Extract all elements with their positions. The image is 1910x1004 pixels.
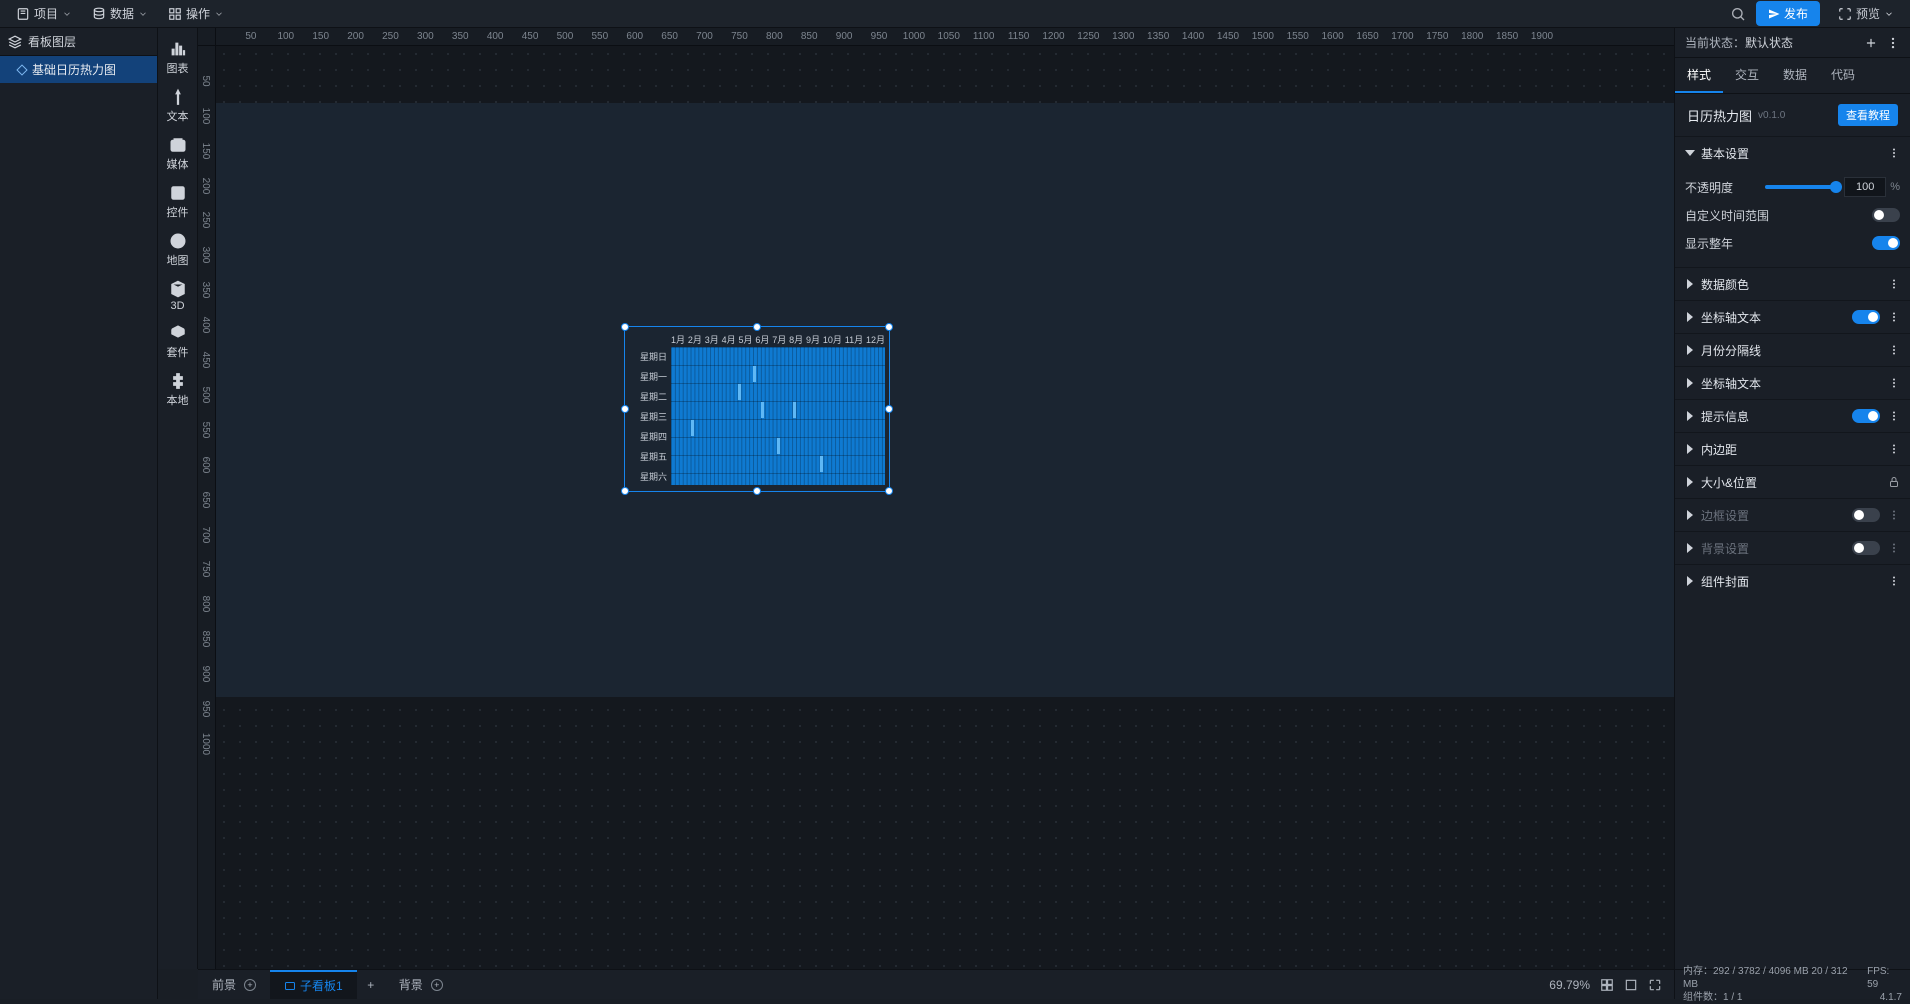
right-tabs: 样式 交互 数据 代码 [1675,58,1910,94]
component-title-row: 日历热力图 v0.1.0 查看教程 [1675,94,1910,136]
canvas-area: 5010015020025030035040045050055060065070… [198,28,1674,969]
opacity-slider[interactable] [1765,185,1836,189]
fullscreen-icon[interactable] [1648,978,1662,992]
prop-custom-range: 自定义时间范围 [1685,201,1900,229]
more-icon[interactable] [1888,377,1900,389]
section-cover[interactable]: 组件封面 [1675,565,1910,597]
toggle-custom-range[interactable] [1872,208,1900,222]
resize-handle-ml[interactable] [621,405,629,413]
section-background[interactable]: 背景设置 [1675,532,1910,564]
tab-data[interactable]: 数据 [1771,58,1819,93]
ruler-corner [198,28,216,46]
prop-show-year: 显示整年 [1685,229,1900,257]
toggle-tooltip[interactable] [1852,409,1880,423]
resize-handle-tl[interactable] [621,323,629,331]
tool-text[interactable]: 文本 [158,82,198,130]
preview-button[interactable]: 预览 [1830,1,1902,26]
add-state-icon[interactable] [1864,36,1878,50]
footer-tab-background[interactable]: 背景+ [385,970,457,999]
footer-tab-subboard[interactable]: 子看板1 [270,970,357,999]
more-icon[interactable] [1888,278,1900,290]
toggle-show-year[interactable] [1872,236,1900,250]
section-tooltip[interactable]: 提示信息 [1675,400,1910,432]
calendar-months-axis: 1月2月3月4月5月6月7月8月9月10月11月12月 [671,333,885,345]
ruler-horizontal: 5010015020025030035040045050055060065070… [216,28,1674,46]
tab-code[interactable]: 代码 [1819,58,1867,93]
prop-opacity: 不透明度 100 % [1685,173,1900,201]
tool-media[interactable]: 媒体 [158,130,198,178]
section-axis-text-1[interactable]: 坐标轴文本 [1675,301,1910,333]
state-row: 当前状态： 默认状态 [1675,28,1910,58]
section-size-pos[interactable]: 大小&位置 [1675,466,1910,498]
more-icon[interactable] [1888,542,1900,554]
tool-map[interactable]: 地图 [158,226,198,274]
layer-item-calendar-heatmap[interactable]: 基础日历热力图 [0,56,157,83]
component-name: 日历热力图 [1687,106,1752,125]
component-version: v0.1.0 [1758,110,1785,121]
resize-handle-bl[interactable] [621,487,629,495]
more-icon[interactable] [1888,575,1900,587]
section-axis-text-2[interactable]: 坐标轴文本 [1675,367,1910,399]
topbar: 项目 数据 操作 发布 预览 [0,0,1910,28]
toggle-background[interactable] [1852,541,1880,555]
tool-3d[interactable]: 3D [158,274,198,318]
lock-icon[interactable] [1888,476,1900,488]
state-label: 当前状态： [1685,34,1745,51]
toggle-border[interactable] [1852,508,1880,522]
menu-project[interactable]: 项目 [8,2,80,25]
state-value[interactable]: 默认状态 [1745,34,1793,51]
left-panel: 看板图层 基础日历热力图 [0,28,158,999]
section-data-color[interactable]: 数据颜色 [1675,268,1910,300]
status-bar: 内存：292 / 3782 / 4096 MB 20 / 312 MB FPS:… [1674,969,1910,999]
menu-data[interactable]: 数据 [84,2,156,25]
more-icon[interactable] [1888,443,1900,455]
resize-handle-tr[interactable] [885,323,893,331]
actual-size-icon[interactable] [1624,978,1638,992]
more-icon[interactable] [1888,410,1900,422]
resize-handle-tm[interactable] [753,323,761,331]
zoom-controls: 69.79% [1537,978,1674,992]
stage[interactable]: 1月2月3月4月5月6月7月8月9月10月11月12月 星期日星期一星期二星期三… [216,46,1674,969]
resize-handle-mr[interactable] [885,405,893,413]
menu-ops[interactable]: 操作 [160,2,232,25]
selection-box[interactable]: 1月2月3月4月5月6月7月8月9月10月11月12月 星期日星期一星期二星期三… [624,326,890,492]
tool-local[interactable]: 本地 [158,366,198,414]
state-more-icon[interactable] [1886,36,1900,50]
more-icon[interactable] [1888,311,1900,323]
layer-icon [16,64,27,75]
section-border[interactable]: 边框设置 [1675,499,1910,531]
search-icon[interactable] [1730,6,1746,22]
calendar-grid [671,347,885,485]
tool-suite[interactable]: 套件 [158,318,198,366]
tool-chart[interactable]: 图表 [158,34,198,82]
tab-interact[interactable]: 交互 [1723,58,1771,93]
opacity-input[interactable]: 100 [1844,177,1886,197]
left-panel-title: 看板图层 [0,28,157,56]
ruler-vertical: 5010015020025030035040045050055060065070… [198,46,216,969]
more-icon[interactable] [1888,344,1900,356]
toggle-axis-text-1[interactable] [1852,310,1880,324]
fit-screen-icon[interactable] [1600,978,1614,992]
footer-add-tab[interactable]: + [357,978,385,992]
calendar-heatmap: 1月2月3月4月5月6月7月8月9月10月11月12月 星期日星期一星期二星期三… [635,333,885,485]
more-icon[interactable] [1888,509,1900,521]
calendar-days-axis: 星期日星期一星期二星期三星期四星期五星期六 [635,347,669,485]
section-basic[interactable]: 基本设置 [1675,137,1910,169]
toolstrip: 图表 文本 媒体 控件 地图 3D 套件 本地 [158,28,198,969]
artboard [216,103,1674,697]
footer-tab-foreground[interactable]: 前景+ [198,970,270,999]
publish-button[interactable]: 发布 [1756,1,1820,26]
section-month-line[interactable]: 月份分隔线 [1675,334,1910,366]
footer-tabs: 前景+ 子看板1 + 背景+ 69.79% [198,969,1674,999]
section-padding[interactable]: 内边距 [1675,433,1910,465]
more-icon[interactable] [1888,147,1900,159]
tutorial-button[interactable]: 查看教程 [1838,104,1898,126]
tab-style[interactable]: 样式 [1675,58,1723,93]
right-panel: 当前状态： 默认状态 样式 交互 数据 代码 日历热力图 v0.1.0 查看教程… [1674,28,1910,969]
tool-widget[interactable]: 控件 [158,178,198,226]
layer-item-label: 基础日历热力图 [32,61,116,78]
zoom-value[interactable]: 69.79% [1549,978,1590,992]
resize-handle-br[interactable] [885,487,893,495]
resize-handle-bm[interactable] [753,487,761,495]
